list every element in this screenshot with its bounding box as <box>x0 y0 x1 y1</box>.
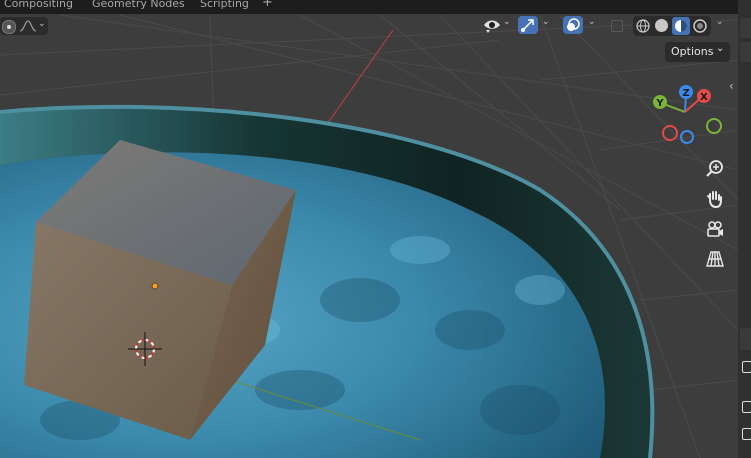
grid-perspective-icon <box>706 251 724 267</box>
tab-geometry-nodes[interactable]: Geometry Nodes <box>92 0 185 10</box>
falloff-chevron-icon[interactable]: ⌄ <box>38 19 46 29</box>
visibility-eye-icon[interactable] <box>482 16 502 34</box>
panel-icon[interactable] <box>742 361 751 373</box>
wireframe-shading-icon[interactable] <box>636 19 650 33</box>
xray-icon <box>611 20 623 32</box>
tab-compositing[interactable]: Compositing <box>4 0 73 10</box>
material-preview-button[interactable] <box>672 17 690 35</box>
perspective-toggle-button[interactable] <box>703 247 727 271</box>
axis-y-label: Y <box>655 98 664 109</box>
visibility-chevron-icon[interactable]: ⌄ <box>503 17 511 27</box>
add-workspace-button[interactable]: + <box>262 0 273 10</box>
panel-icon[interactable] <box>742 428 751 440</box>
workspace-tabs: Compositing Geometry Nodes Scripting + <box>0 0 738 14</box>
panel-tab[interactable] <box>740 18 751 38</box>
pivot-point-icon[interactable] <box>2 20 16 34</box>
gizmo-icon <box>521 19 534 32</box>
axis-z-label: Z <box>682 88 689 99</box>
solid-shading-icon[interactable] <box>655 19 668 32</box>
overlays-chevron-icon[interactable]: ⌄ <box>588 17 596 27</box>
camera-view-icon <box>707 221 723 237</box>
options-chevron-icon: ⌄ <box>716 43 725 54</box>
camera-view-button[interactable] <box>703 217 727 241</box>
viewport-header: ⌄ ⌄ ⌄ ⌄ ⌄ <box>0 14 738 38</box>
overlays-toggle-button[interactable] <box>563 16 583 34</box>
shading-chevron-icon[interactable]: ⌄ <box>716 17 724 27</box>
gizmo-toggle-button[interactable] <box>518 16 538 34</box>
3d-viewport[interactable] <box>0 0 738 458</box>
viewport-scene <box>0 14 738 458</box>
editor-mode-group: ⌄ <box>0 17 48 35</box>
gizmo-chevron-icon[interactable]: ⌄ <box>542 17 550 27</box>
tab-scripting[interactable]: Scripting <box>200 0 249 10</box>
shading-mode-group <box>633 16 711 36</box>
material-preview-icon <box>675 20 687 32</box>
pan-button[interactable] <box>703 187 727 211</box>
options-dropdown[interactable]: Options ⌄ <box>665 42 730 62</box>
proportional-falloff-icon[interactable] <box>18 19 38 33</box>
xray-toggle-button[interactable] <box>608 18 626 34</box>
navigation-gizmo[interactable]: Z Y X <box>645 80 730 150</box>
panel-icon[interactable] <box>742 401 751 413</box>
overlays-icon <box>567 18 580 31</box>
object-origin <box>151 282 159 290</box>
rendered-shading-icon[interactable] <box>693 19 707 33</box>
panel-tab[interactable] <box>740 42 751 62</box>
right-editor-panel <box>738 0 751 458</box>
hand-pan-icon <box>707 191 722 209</box>
options-label: Options <box>671 45 714 58</box>
panel-header <box>740 328 751 350</box>
axis-x-label: X <box>700 92 708 103</box>
zoom-button[interactable] <box>703 157 727 181</box>
zoom-icon <box>706 160 723 177</box>
